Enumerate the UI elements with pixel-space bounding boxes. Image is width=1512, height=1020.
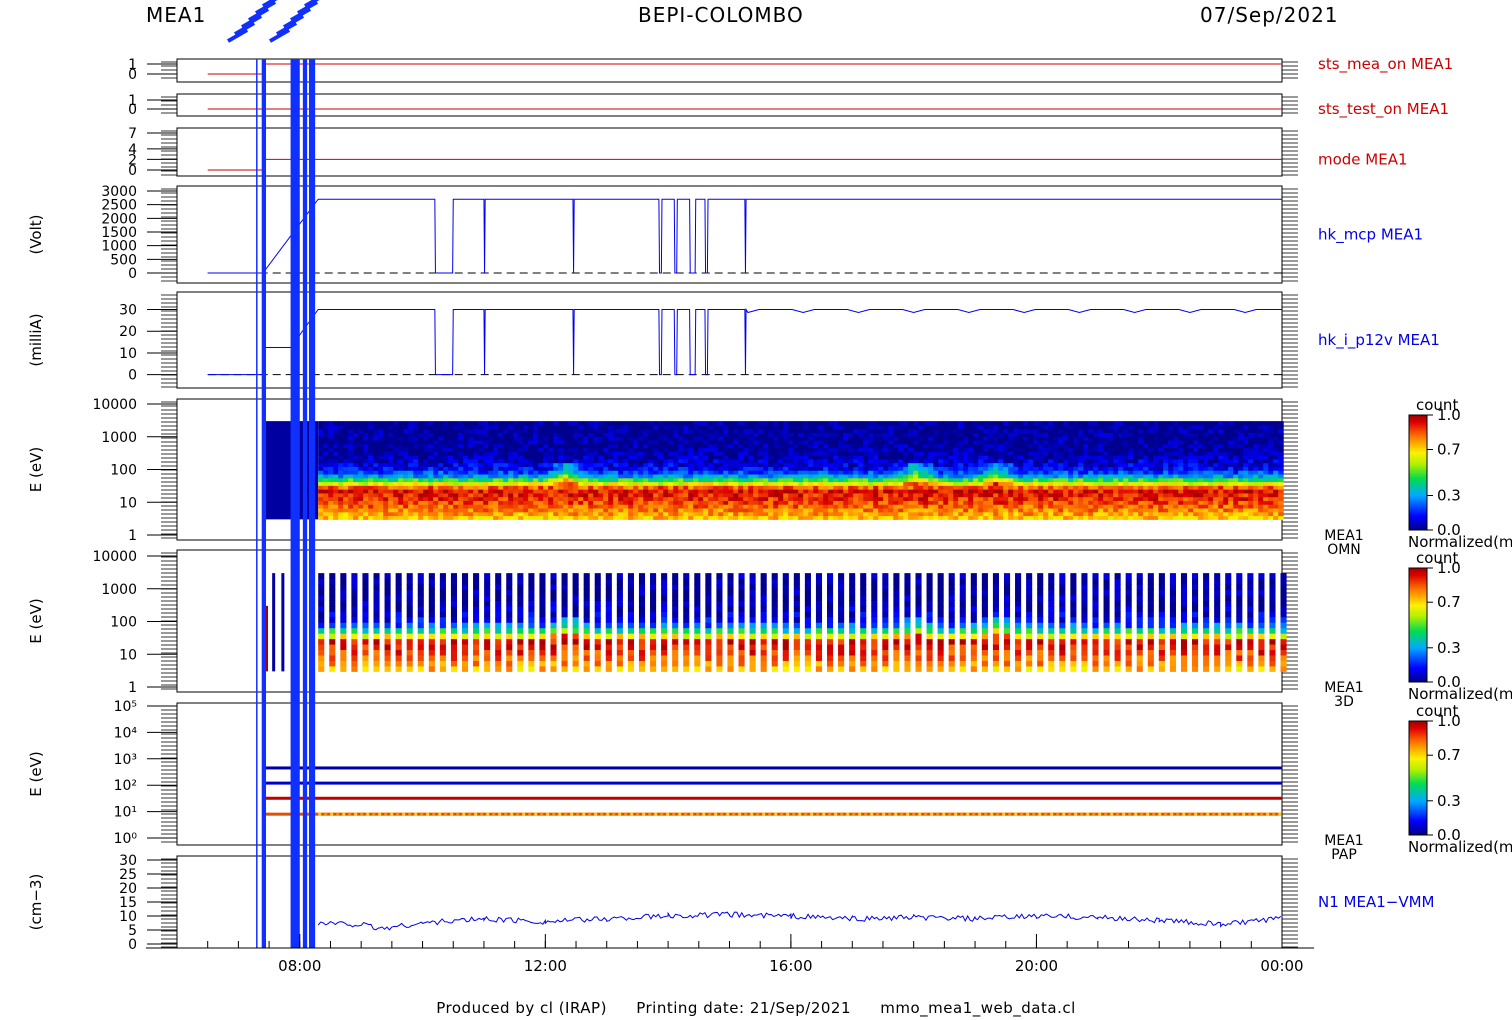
series-n1	[317, 911, 1282, 931]
ytick-label: 10⁵	[114, 699, 137, 715]
ytick-label: 10	[119, 495, 137, 511]
panel-label-bottom: OMN	[1327, 542, 1361, 558]
ytick-label: 10²	[114, 778, 137, 794]
y-axis-label: E (eV)	[27, 598, 45, 643]
ytick-label: 10³	[114, 752, 137, 768]
ytick-label: 7	[128, 126, 137, 142]
ytick-label: 10	[119, 647, 137, 663]
colorbar-tick-label: 0.7	[1437, 593, 1461, 611]
ytick-label: 10	[119, 346, 137, 362]
ytick-label: 10000	[92, 549, 137, 565]
ytick-label: 0	[128, 368, 137, 384]
x-tick-label: 20:00	[1015, 957, 1058, 975]
colorbar-1: count0.00.30.71.0Normalized(m	[1408, 396, 1512, 551]
series-label-mode: mode MEA1	[1318, 150, 1408, 168]
ytick-label: 1000	[101, 582, 137, 598]
pap-band	[266, 796, 1282, 800]
ytick-label: 1000	[101, 430, 137, 446]
y-axis-label: (milliA)	[27, 313, 45, 366]
ytick-label: 0	[128, 67, 137, 83]
series-hk_i_p12v	[207, 307, 1282, 376]
series-label-sts_mea_on: sts_mea_on MEA1	[1318, 55, 1453, 74]
colorbar-tick-label: 0.7	[1437, 746, 1461, 764]
panel-label-bottom: 3D	[1334, 694, 1354, 710]
panel-frame	[176, 291, 1283, 389]
colorbar-tick-label: 0.3	[1437, 487, 1461, 505]
colorbar-tick-label: 0.3	[1437, 639, 1461, 657]
colorbar-tick-label: 1.0	[1437, 406, 1461, 424]
colorbar-3: count0.00.30.71.0Normalized(m	[1408, 702, 1512, 856]
colorbar-tick-label: 1.0	[1437, 712, 1461, 730]
ytick-label: 1	[128, 680, 137, 696]
panel-hk_i_p12v: 30 20 10 0 (milliA)	[27, 291, 1298, 389]
panel-frame	[176, 855, 1283, 949]
plot-area: 10107420300025002000150010005000(Volt)30…	[27, 0, 1512, 975]
pap-band	[266, 781, 1282, 785]
panel-frame	[176, 127, 1283, 177]
x-tick-label: 08:00	[278, 957, 321, 975]
panel-pap: 10⁵ 10⁴ 10³ 10² 10¹ 10⁰ E (eV)	[27, 699, 1298, 847]
series-mode	[207, 158, 1282, 171]
colorbar-tick-label: 0.7	[1437, 441, 1461, 459]
ytick-label: 100	[110, 615, 137, 631]
series-sts_mea_on	[207, 63, 1282, 75]
footer-produced-by: Produced by cl (IRAP)	[436, 999, 607, 1017]
ytick-label: 10⁰	[114, 831, 138, 847]
ytick-label: 0	[128, 266, 137, 282]
ytick-label: 100	[110, 463, 137, 479]
panel-frame	[176, 702, 1283, 846]
ytick-label: 0	[128, 163, 137, 179]
y-axis-label: (cm−3)	[27, 874, 45, 931]
colorbar-label: Normalized(m	[1408, 685, 1512, 703]
gap-bar	[302, 59, 308, 948]
ytick-label: 10⁴	[114, 725, 138, 741]
ytick-label: 10¹	[114, 805, 137, 821]
spectrogram-pap	[266, 766, 1282, 816]
spectrogram-3d	[266, 573, 1287, 672]
gap-bar	[290, 59, 300, 948]
panel-frame	[176, 185, 1283, 284]
series-label-sts_test_on: sts_test_on MEA1	[1318, 100, 1449, 119]
footer-script-name: mmo_mea1_web_data.cl	[880, 999, 1076, 1017]
series-label-hk_mcp: hk_mcp MEA1	[1318, 226, 1423, 245]
gap-bar	[308, 59, 316, 948]
x-tick-label: 00:00	[1260, 957, 1303, 975]
panel-label-bottom: PAP	[1331, 847, 1357, 863]
panel-n1: 302520151050(cm−3)	[27, 853, 1298, 953]
x-tick-label: 16:00	[769, 957, 812, 975]
pap-band	[266, 766, 1282, 770]
ytick-label: 1	[128, 528, 137, 544]
panel-frame	[176, 58, 1283, 83]
colorbar-label: Normalized(m	[1408, 838, 1512, 856]
y-axis-label: E (eV)	[27, 751, 45, 796]
colorbar-2: count0.00.30.71.0Normalized(m	[1408, 549, 1512, 703]
footer: Produced by cl (IRAP) Printing date: 21/…	[0, 999, 1512, 1017]
ytick-label: 0	[128, 937, 137, 953]
colorbar-tick-label: 0.3	[1437, 792, 1461, 810]
ytick-label: 30	[119, 303, 137, 319]
y-axis-label: (Volt)	[27, 214, 45, 254]
ytick-label: 0	[128, 102, 137, 118]
gap-bar	[261, 59, 267, 948]
colorbar-tick-label: 1.0	[1437, 559, 1461, 577]
ytick-label: 10000	[92, 397, 137, 413]
series-hk_mcp	[207, 198, 1282, 274]
footer-printing-date: Printing date: 21/Sep/2021	[636, 999, 851, 1017]
overlapping-event-labels	[227, 0, 326, 43]
series-label-hk_i_p12v: hk_i_p12v MEA1	[1318, 331, 1440, 350]
y-axis-label: E (eV)	[27, 447, 45, 492]
series-label-n1: N1 MEA1−VMM	[1318, 893, 1434, 911]
x-tick-label: 12:00	[524, 957, 567, 975]
x-axis: 08:00 12:00 16:00 20:00 00:00	[146, 934, 1314, 975]
ytick-label: 20	[119, 324, 137, 340]
panel-frame	[176, 93, 1283, 117]
spectrogram-omn	[266, 421, 1284, 520]
